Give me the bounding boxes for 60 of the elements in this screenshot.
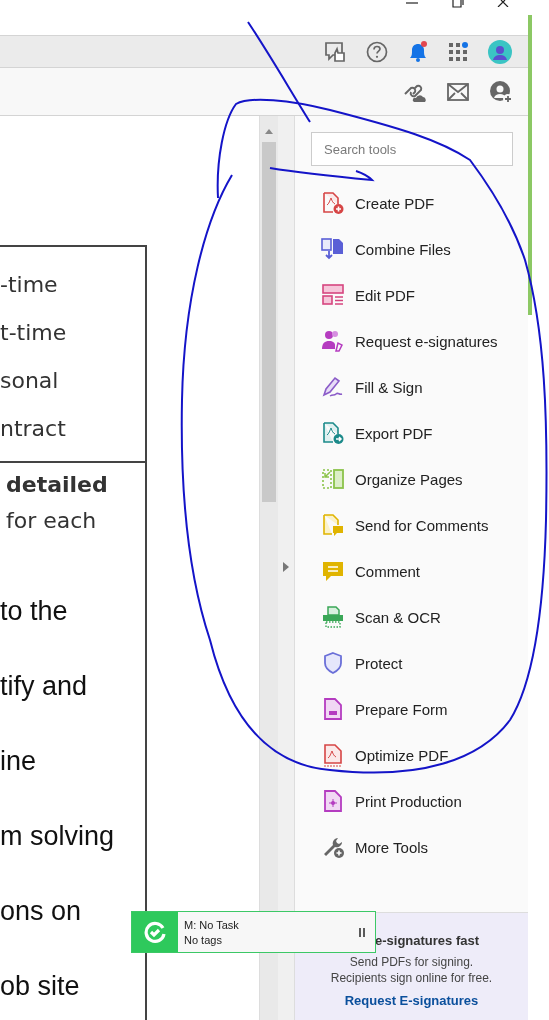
search-field[interactable]: Search tools	[311, 132, 513, 166]
promo-title: e-signatures fast	[375, 933, 480, 948]
tool-item[interactable]: Export PDF	[295, 410, 528, 456]
tool-item[interactable]: Comment	[295, 548, 528, 594]
edit-layout-icon	[321, 283, 345, 307]
shield-icon	[321, 651, 345, 675]
tool-item[interactable]: More Tools	[295, 824, 528, 870]
tool-item[interactable]: Create PDF	[295, 180, 528, 226]
feedback-icon[interactable]	[324, 39, 348, 64]
help-icon[interactable]	[366, 40, 388, 63]
document-text: ine	[0, 745, 38, 778]
tool-item[interactable]: Combine Files	[295, 226, 528, 272]
restore-icon[interactable]	[452, 0, 464, 8]
document-text: sonal	[0, 367, 60, 395]
tool-item[interactable]: Request e-signatures	[295, 318, 528, 364]
document-text: ntract	[0, 415, 67, 443]
minimize-icon[interactable]	[405, 0, 419, 6]
pause-icon[interactable]	[359, 927, 365, 937]
request-link[interactable]: Request E-signatures	[344, 993, 479, 1008]
document-text: ons on	[0, 895, 83, 928]
document-text: tify and	[0, 670, 89, 703]
avatar-icon[interactable]	[488, 39, 512, 64]
apps-grid-icon[interactable]	[448, 40, 470, 63]
tool-item[interactable]: Fill & Sign	[295, 364, 528, 410]
pdf-export-icon	[321, 421, 345, 445]
pdf-doc-icon	[321, 743, 345, 767]
printer-icon	[321, 605, 345, 629]
combine-files-icon	[321, 237, 345, 261]
document-text: to the	[0, 595, 69, 628]
document-text: t-time	[0, 319, 68, 347]
tags-label: No tags	[184, 933, 223, 946]
tool-item[interactable]: Edit PDF	[295, 272, 528, 318]
promo-text: Send PDFs for signing. Recipients sign online for free.	[330, 954, 493, 986]
document-text: ob site	[0, 970, 81, 1003]
tool-item[interactable]: Scan & OCR	[295, 594, 528, 640]
people-pen-icon	[321, 329, 345, 353]
task-label: M: No Task	[184, 918, 240, 931]
pages-icon	[321, 467, 345, 491]
tool-item[interactable]: Print Production	[295, 778, 528, 824]
pen-signature-icon	[321, 375, 345, 399]
tool-item[interactable]: Protect	[295, 640, 528, 686]
close-icon[interactable]	[497, 0, 509, 7]
document-text: -time	[0, 271, 59, 299]
speech-bubble-icon	[321, 559, 345, 583]
document-text: m solving	[0, 820, 116, 853]
doc-comment-icon	[321, 513, 345, 537]
scroll-up-icon[interactable]	[264, 128, 275, 134]
add-user-icon[interactable]	[489, 79, 513, 104]
expand-arrow-icon[interactable]	[283, 562, 290, 572]
form-doc-icon	[321, 697, 345, 721]
pdf-plus-icon	[321, 191, 345, 215]
tool-item[interactable]: Prepare Form	[295, 686, 528, 732]
tool-item[interactable]: Send for Comments	[295, 502, 528, 548]
tool-item[interactable]: Organize Pages	[295, 456, 528, 502]
target-doc-icon	[321, 789, 345, 813]
check-circle-icon	[143, 920, 167, 944]
tool-item[interactable]: Optimize PDF	[295, 732, 528, 778]
document-text: for each	[5, 507, 98, 535]
document-text: detailed	[5, 471, 109, 499]
mail-icon[interactable]	[447, 82, 469, 101]
